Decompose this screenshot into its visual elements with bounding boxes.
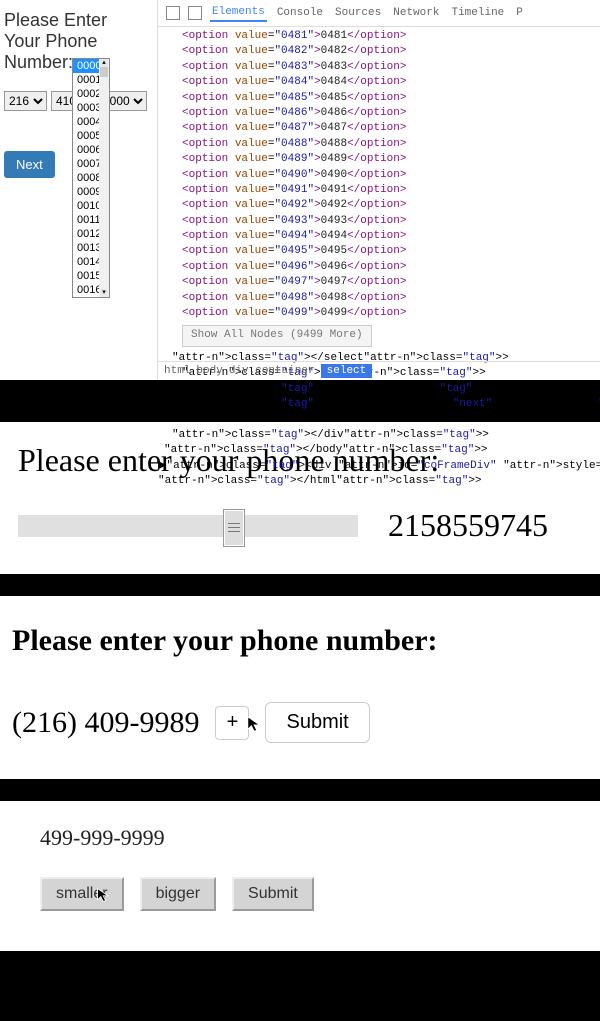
crumb-select[interactable]: select — [321, 364, 373, 378]
panel-smaller-bigger-phone: 499-999-9999 smaller bigger Submit — [0, 801, 600, 951]
dropdown-option[interactable]: 0017 — [73, 297, 109, 298]
tab-sources[interactable]: Sources — [333, 5, 383, 21]
submit-button[interactable]: Submit — [232, 877, 314, 911]
code-line[interactable]: <option value="0492">0492</option> — [182, 198, 600, 213]
devtools-panel: Elements Console Sources Network Timelin… — [157, 0, 600, 380]
code-line[interactable]: <option value="0489">0489</option> — [182, 152, 600, 167]
code-line[interactable]: "attr-n">class="tag"></html"attr-n">clas… — [158, 474, 600, 489]
code-line[interactable]: ::after — [172, 412, 600, 427]
cursor-icon — [96, 887, 112, 903]
panel-increment-phone: Please enter your phone number: (216) 40… — [0, 596, 600, 779]
divider — [0, 951, 600, 1021]
code-line[interactable]: <option value="0496">0496</option> — [182, 260, 600, 275]
code-line[interactable]: <option value="0499">0499</option> — [182, 306, 600, 321]
tab-network[interactable]: Network — [391, 5, 441, 21]
slider-thumb[interactable] — [223, 509, 245, 547]
controls-row: (216) 409-9989 + Submit — [12, 702, 588, 743]
code-line[interactable]: "attr-n">class="tag"><button "attr-n">id… — [182, 397, 600, 412]
code-line[interactable]: <option value="0487">0487</option> — [182, 121, 600, 136]
code-line[interactable]: ▶"attr-n">class="tag"><div "attr-n">id="… — [158, 459, 600, 474]
tab-more[interactable]: P — [514, 5, 525, 21]
crumb-body[interactable]: body — [196, 365, 222, 377]
tab-timeline[interactable]: Timeline — [449, 5, 506, 21]
code-line[interactable]: <option value="0491">0491</option> — [182, 183, 600, 198]
code-line[interactable]: <option value="0483">0483</option> — [182, 60, 600, 75]
code-line[interactable]: "attr-n">class="tag"><br"attr-n">class="… — [182, 382, 600, 397]
divider — [0, 574, 600, 596]
increment-button[interactable]: + — [215, 706, 249, 740]
submit-button[interactable]: Submit — [265, 702, 369, 743]
code-line[interactable]: "attr-n">class="tag"></div"attr-n">class… — [172, 428, 600, 443]
code-line[interactable]: <option value="0498">0498</option> — [182, 291, 600, 306]
code-line[interactable]: <option value="0482">0482</option> — [182, 44, 600, 59]
panel-dropdown-phone: Please Enter Your Phone Number: 216 410 … — [0, 0, 600, 380]
scroll-up-icon[interactable]: ▴ — [100, 59, 108, 67]
code-line[interactable]: <option value="0481">0481</option> — [182, 29, 600, 44]
suffix-dropdown-listbox[interactable]: 0000000100020003000400050006000700080009… — [72, 58, 110, 298]
slider-row: 2158559745 — [18, 507, 582, 544]
phone-value: 499-999-9999 — [40, 825, 560, 851]
code-line[interactable]: <option value="0486">0486</option> — [182, 106, 600, 121]
code-line[interactable]: <option value="0490">0490</option> — [182, 168, 600, 183]
code-line[interactable]: <option value="0495">0495</option> — [182, 244, 600, 259]
phone-value: (216) 409-9989 — [12, 706, 199, 740]
tab-console[interactable]: Console — [275, 5, 325, 21]
code-line[interactable]: "attr-n">class="tag"></body"attr-n">clas… — [164, 443, 600, 458]
crumb-html[interactable]: html — [164, 365, 190, 377]
controls-row: smaller bigger Submit — [40, 877, 560, 911]
phone-value: 2158559745 — [388, 507, 548, 544]
show-all-nodes-button[interactable]: Show All Nodes (9499 More) — [182, 325, 372, 346]
form-area: Please Enter Your Phone Number: 216 410 … — [0, 0, 157, 380]
device-icon[interactable] — [188, 6, 202, 20]
inspect-icon[interactable] — [166, 6, 180, 20]
devtools-tabs: Elements Console Sources Network Timelin… — [158, 0, 600, 27]
divider — [0, 779, 600, 801]
code-line[interactable]: <option value="0488">0488</option> — [182, 137, 600, 152]
crumb-container[interactable]: div.container — [229, 365, 315, 377]
elements-tree[interactable]: <option value="0481">0481</option><optio… — [158, 27, 600, 491]
slider-track[interactable] — [18, 515, 358, 537]
next-button[interactable]: Next — [4, 151, 55, 178]
breadcrumb-bar: html body div.container select — [158, 361, 600, 380]
tab-elements[interactable]: Elements — [210, 4, 267, 22]
code-line[interactable]: <option value="0497">0497</option> — [182, 275, 600, 290]
code-line[interactable]: <option value="0484">0484</option> — [182, 75, 600, 90]
code-line[interactable]: <option value="0494">0494</option> — [182, 229, 600, 244]
code-line[interactable]: <option value="0485">0485</option> — [182, 91, 600, 106]
cursor-icon — [246, 715, 264, 733]
dropdown-scrollbar[interactable]: ▴ ▾ — [99, 59, 109, 297]
area-code-select[interactable]: 216 — [4, 91, 47, 111]
code-line[interactable]: <option value="0493">0493</option> — [182, 214, 600, 229]
scrollbar-thumb[interactable] — [100, 67, 108, 77]
scroll-down-icon[interactable]: ▾ — [100, 289, 108, 297]
bigger-button[interactable]: bigger — [140, 877, 216, 911]
heading: Please enter your phone number: — [12, 624, 588, 658]
